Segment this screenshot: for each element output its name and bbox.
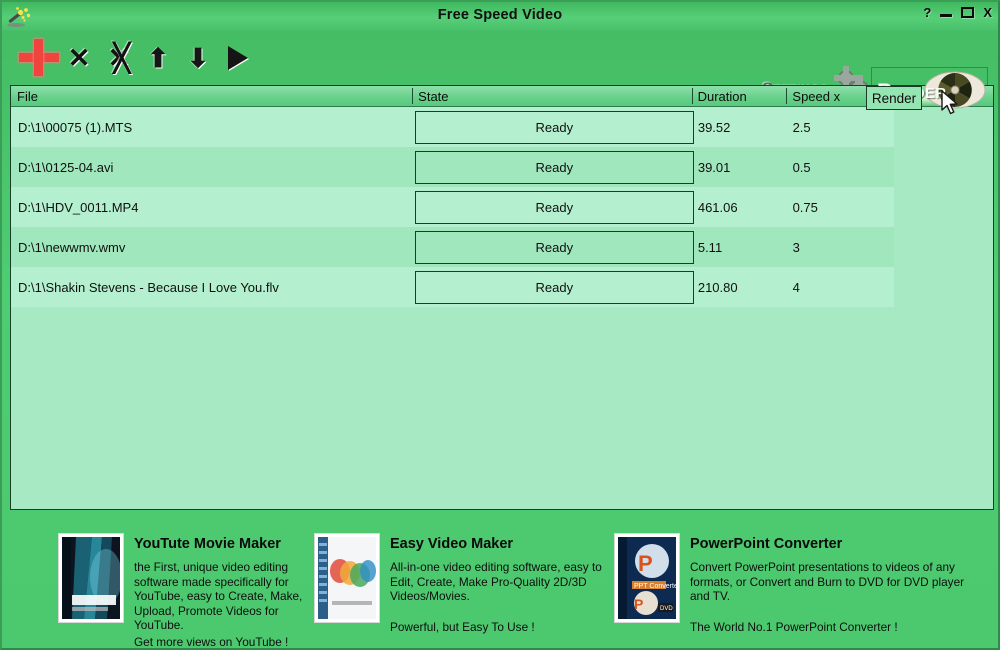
table-row[interactable]: D:\1\HDV_0011.MP4 Ready 461.06 0.75 (11, 187, 993, 227)
svg-text:DVD: DVD (660, 606, 673, 612)
table-row[interactable]: D:\1\00075 (1).MTS Ready 39.52 2.5 (11, 107, 993, 147)
cell-speed: 0.75 (792, 199, 818, 215)
title-bar: Free Speed Video ? X (2, 2, 998, 31)
promo-text: PowerPoint Converter Convert PowerPoint … (680, 522, 970, 634)
state-box[interactable]: Ready (414, 190, 694, 224)
cell-speed: 4 (792, 279, 800, 295)
youtube-movie-maker-boxart[interactable] (58, 533, 124, 623)
promo-title[interactable]: PowerPoint Converter (690, 536, 970, 552)
column-header-duration[interactable]: Duration (691, 86, 787, 106)
add-file-button[interactable] (18, 39, 60, 77)
cell-speed: 3 (792, 239, 800, 255)
powerpoint-converter-boxart[interactable]: P PPT Converter P DVD (614, 533, 680, 623)
state-box[interactable]: Ready (414, 230, 694, 264)
cell-state: Ready (412, 270, 694, 304)
double-x-icon: ✕ (108, 44, 131, 72)
promo-body: the First, unique video editing software… (134, 560, 303, 632)
cell-speed: 2.5 (792, 119, 811, 135)
file-list-panel: File State Duration Speed x D:\1\00075 (… (10, 85, 994, 510)
application-window: Free Speed Video ? X ✕ ✕ ⬆ ⬇ (0, 0, 1000, 650)
cell-state: Ready (412, 150, 694, 184)
promo-title[interactable]: Easy Video Maker (390, 536, 610, 552)
cell-state: Ready (412, 190, 694, 224)
remove-all-files-button[interactable]: ✕ (100, 39, 138, 77)
state-box[interactable]: Ready (414, 270, 694, 304)
promo-card-powerpoint-converter[interactable]: P PPT Converter P DVD PowerPoint Convert… (610, 522, 970, 646)
toolbar: ✕ ✕ ⬆ ⬇ Settings Render (2, 31, 998, 115)
cell-file: D:\1\newwmv.wmv (18, 239, 126, 255)
cell-duration: 39.01 (697, 159, 731, 175)
table-row[interactable]: D:\1\newwmv.wmv Ready 5.11 3 (11, 227, 993, 267)
state-box[interactable]: Ready (414, 110, 694, 144)
cell-speed: 0.5 (792, 159, 811, 175)
help-button[interactable]: ? (923, 6, 931, 19)
plus-icon-vertical (34, 39, 43, 76)
cell-file: D:\1\Shakin Stevens - Because I Love You… (18, 279, 279, 295)
file-list-header: File State Duration Speed x (11, 86, 993, 107)
render-tooltip: Render (866, 86, 922, 110)
preview-play-button[interactable] (222, 39, 254, 77)
promo-text: YouTute Movie Maker the First, unique vi… (124, 522, 310, 649)
arrow-up-icon: ⬆ (147, 43, 169, 73)
promo-strip: YouTute Movie Maker the First, unique vi… (10, 522, 994, 649)
cell-duration: 39.52 (697, 119, 731, 135)
svg-text:P: P (638, 551, 653, 576)
cell-duration: 5.11 (697, 239, 723, 255)
cell-file: D:\1\HDV_0011.MP4 (18, 199, 139, 215)
cell-duration: 461.06 (697, 199, 738, 215)
file-list-body: D:\1\00075 (1).MTS Ready 39.52 2.5 D:\1\… (11, 107, 993, 307)
easy-video-maker-boxart[interactable] (314, 533, 380, 623)
move-down-button[interactable]: ⬇ (184, 39, 212, 77)
window-title: Free Speed Video (437, 7, 563, 23)
promo-title[interactable]: YouTute Movie Maker (134, 536, 310, 552)
play-triangle-icon (228, 46, 248, 70)
state-box[interactable]: Ready (414, 150, 694, 184)
cell-file: D:\1\0125-04.avi (18, 159, 114, 175)
promo-card-easy-video-maker[interactable]: Easy Video Maker All-in-one video editin… (310, 522, 610, 646)
move-up-button[interactable]: ⬆ (144, 39, 172, 77)
remove-file-button[interactable]: ✕ (62, 39, 96, 77)
svg-text:P: P (634, 596, 643, 612)
promo-footer: Powerful, but Easy To Use ! (390, 619, 535, 634)
svg-text:PPT Converter: PPT Converter (634, 583, 676, 590)
promo-footer: The World No.1 PowerPoint Converter ! (690, 619, 898, 634)
cell-file: D:\1\00075 (1).MTS (18, 119, 133, 135)
cell-duration: 210.80 (697, 279, 738, 295)
magic-wand-icon (6, 6, 34, 28)
promo-footer: Get more views on YouTube ! (134, 634, 289, 649)
promo-text: Easy Video Maker All-in-one video editin… (380, 522, 610, 634)
column-header-file[interactable]: File (11, 86, 412, 106)
promo-card-youtube-movie-maker[interactable]: YouTute Movie Maker the First, unique vi… (10, 522, 310, 649)
close-button[interactable]: X (983, 6, 992, 19)
column-header-state[interactable]: State (412, 86, 691, 106)
promo-body: Convert PowerPoint presentations to vide… (690, 560, 965, 603)
mouse-cursor-icon (941, 90, 958, 115)
arrow-down-icon: ⬇ (187, 43, 209, 73)
cell-state: Ready (412, 110, 694, 144)
maximize-button[interactable] (961, 7, 975, 18)
table-row[interactable]: D:\1\Shakin Stevens - Because I Love You… (11, 267, 993, 307)
window-controls: ? X (923, 6, 992, 19)
promo-body: All-in-one video editing software, easy … (390, 560, 602, 603)
cell-state: Ready (412, 230, 694, 264)
table-row[interactable]: D:\1\0125-04.avi Ready 39.01 0.5 (11, 147, 993, 187)
x-icon: ✕ (67, 42, 91, 73)
minimize-button[interactable] (940, 8, 953, 18)
